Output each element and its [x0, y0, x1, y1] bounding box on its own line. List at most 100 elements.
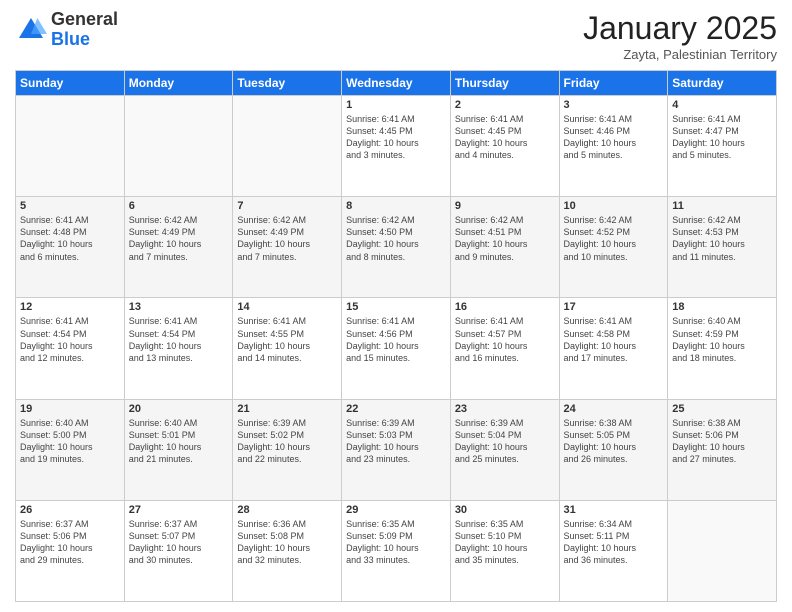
calendar-cell-4-5: 31Sunrise: 6:34 AM Sunset: 5:11 PM Dayli…	[559, 500, 668, 601]
day-info: Sunrise: 6:41 AM Sunset: 4:45 PM Dayligh…	[455, 113, 555, 162]
day-number: 21	[237, 403, 337, 415]
header-saturday: Saturday	[668, 71, 777, 96]
day-info: Sunrise: 6:42 AM Sunset: 4:52 PM Dayligh…	[564, 214, 664, 263]
calendar-cell-4-2: 28Sunrise: 6:36 AM Sunset: 5:08 PM Dayli…	[233, 500, 342, 601]
calendar-cell-1-2: 7 Sunrise: 6:42 AM Sunset: 4:49 PM Daylig…	[233, 197, 342, 298]
header-wednesday: Wednesday	[342, 71, 451, 96]
calendar-cell-3-6: 25Sunrise: 6:38 AM Sunset: 5:06 PM Dayli…	[668, 399, 777, 500]
calendar-cell-0-3: 1 Sunrise: 6:41 AM Sunset: 4:45 PM Daylig…	[342, 96, 451, 197]
day-number: 14	[237, 301, 337, 313]
day-number: 16	[455, 301, 555, 313]
day-number: 18	[672, 301, 772, 313]
calendar-table: Sunday Monday Tuesday Wednesday Thursday…	[15, 70, 777, 602]
calendar-cell-2-4: 16 Sunrise: 6:41 AM Sunset: 4:57 PM Dayli…	[450, 298, 559, 399]
day-info: Sunrise: 6:41 AM Sunset: 4:45 PM Dayligh…	[346, 113, 446, 162]
day-number: 17	[564, 301, 664, 313]
day-info: Sunrise: 6:41 AM Sunset: 4:56 PM Dayligh…	[346, 315, 446, 364]
calendar-cell-1-6: 11 Sunrise: 6:42 AM Sunset: 4:53 PM Dayli…	[668, 197, 777, 298]
logo-general-text: General	[51, 9, 118, 29]
day-info: Sunrise: 6:38 AM Sunset: 5:05 PM Dayligh…	[564, 417, 664, 466]
day-info: Sunrise: 6:42 AM Sunset: 4:51 PM Dayligh…	[455, 214, 555, 263]
calendar-cell-4-0: 26 Sunrise: 6:37 AM Sunset: 5:06 PM Dayli…	[16, 500, 125, 601]
calendar-cell-2-5: 17 Sunrise: 6:41 AM Sunset: 4:58 PM Dayli…	[559, 298, 668, 399]
calendar-cell-4-6	[668, 500, 777, 601]
calendar-cell-0-0	[16, 96, 125, 197]
calendar-cell-0-4: 2 Sunrise: 6:41 AM Sunset: 4:45 PM Daylig…	[450, 96, 559, 197]
logo-blue-text: Blue	[51, 29, 90, 49]
day-info: Sunrise: 6:41 AM Sunset: 4:54 PM Dayligh…	[20, 315, 120, 364]
day-info: Sunrise: 6:41 AM Sunset: 4:48 PM Dayligh…	[20, 214, 120, 263]
day-info: Sunrise: 6:39 AM Sunset: 5:04 PM Dayligh…	[455, 417, 555, 466]
day-info: Sunrise: 6:35 AM Sunset: 5:10 PM Dayligh…	[455, 518, 555, 567]
calendar-week-4: 19 Sunrise: 6:40 AM Sunset: 5:00 PM Dayli…	[16, 399, 777, 500]
day-number: 1	[346, 99, 446, 111]
day-number: 23	[455, 403, 555, 415]
calendar-cell-2-6: 18 Sunrise: 6:40 AM Sunset: 4:59 PM Dayli…	[668, 298, 777, 399]
day-info: Sunrise: 6:37 AM Sunset: 5:06 PM Dayligh…	[20, 518, 120, 567]
calendar-cell-0-2	[233, 96, 342, 197]
day-number: 3	[564, 99, 664, 111]
day-number: 13	[129, 301, 229, 313]
calendar-title: January 2025	[583, 10, 777, 47]
day-info: Sunrise: 6:40 AM Sunset: 5:01 PM Dayligh…	[129, 417, 229, 466]
page: General Blue January 2025 Zayta, Palesti…	[0, 0, 792, 612]
day-number: 7	[237, 200, 337, 212]
day-info: Sunrise: 6:40 AM Sunset: 5:00 PM Dayligh…	[20, 417, 120, 466]
calendar-subtitle: Zayta, Palestinian Territory	[583, 47, 777, 62]
calendar-cell-3-3: 22 Sunrise: 6:39 AM Sunset: 5:03 PM Dayli…	[342, 399, 451, 500]
day-info: Sunrise: 6:41 AM Sunset: 4:54 PM Dayligh…	[129, 315, 229, 364]
day-number: 27	[129, 504, 229, 516]
calendar-cell-1-1: 6 Sunrise: 6:42 AM Sunset: 4:49 PM Daylig…	[124, 197, 233, 298]
day-info: Sunrise: 6:40 AM Sunset: 4:59 PM Dayligh…	[672, 315, 772, 364]
day-info: Sunrise: 6:41 AM Sunset: 4:58 PM Dayligh…	[564, 315, 664, 364]
calendar-header-row: Sunday Monday Tuesday Wednesday Thursday…	[16, 71, 777, 96]
calendar-cell-2-1: 13 Sunrise: 6:41 AM Sunset: 4:54 PM Dayli…	[124, 298, 233, 399]
calendar-cell-3-2: 21 Sunrise: 6:39 AM Sunset: 5:02 PM Dayli…	[233, 399, 342, 500]
day-number: 4	[672, 99, 772, 111]
calendar-cell-0-5: 3 Sunrise: 6:41 AM Sunset: 4:46 PM Daylig…	[559, 96, 668, 197]
day-info: Sunrise: 6:41 AM Sunset: 4:57 PM Dayligh…	[455, 315, 555, 364]
calendar-cell-2-2: 14 Sunrise: 6:41 AM Sunset: 4:55 PM Dayli…	[233, 298, 342, 399]
calendar-cell-0-6: 4Sunrise: 6:41 AM Sunset: 4:47 PM Daylig…	[668, 96, 777, 197]
day-number: 19	[20, 403, 120, 415]
day-number: 29	[346, 504, 446, 516]
day-number: 22	[346, 403, 446, 415]
day-number: 2	[455, 99, 555, 111]
day-info: Sunrise: 6:42 AM Sunset: 4:49 PM Dayligh…	[129, 214, 229, 263]
day-number: 25	[672, 403, 772, 415]
calendar-cell-1-4: 9Sunrise: 6:42 AM Sunset: 4:51 PM Daylig…	[450, 197, 559, 298]
day-number: 15	[346, 301, 446, 313]
calendar-cell-4-3: 29 Sunrise: 6:35 AM Sunset: 5:09 PM Dayli…	[342, 500, 451, 601]
header-friday: Friday	[559, 71, 668, 96]
day-number: 6	[129, 200, 229, 212]
day-number: 20	[129, 403, 229, 415]
day-info: Sunrise: 6:42 AM Sunset: 4:53 PM Dayligh…	[672, 214, 772, 263]
title-area: January 2025 Zayta, Palestinian Territor…	[583, 10, 777, 62]
day-number: 26	[20, 504, 120, 516]
logo-icon	[15, 14, 47, 46]
header-sunday: Sunday	[16, 71, 125, 96]
day-info: Sunrise: 6:41 AM Sunset: 4:46 PM Dayligh…	[564, 113, 664, 162]
day-info: Sunrise: 6:41 AM Sunset: 4:55 PM Dayligh…	[237, 315, 337, 364]
header-monday: Monday	[124, 71, 233, 96]
day-info: Sunrise: 6:39 AM Sunset: 5:02 PM Dayligh…	[237, 417, 337, 466]
calendar-cell-4-4: 30Sunrise: 6:35 AM Sunset: 5:10 PM Dayli…	[450, 500, 559, 601]
logo: General Blue	[15, 10, 118, 50]
calendar-cell-2-0: 12Sunrise: 6:41 AM Sunset: 4:54 PM Dayli…	[16, 298, 125, 399]
day-number: 24	[564, 403, 664, 415]
header-thursday: Thursday	[450, 71, 559, 96]
day-number: 10	[564, 200, 664, 212]
calendar-week-5: 26 Sunrise: 6:37 AM Sunset: 5:06 PM Dayli…	[16, 500, 777, 601]
day-info: Sunrise: 6:39 AM Sunset: 5:03 PM Dayligh…	[346, 417, 446, 466]
calendar-cell-1-0: 5Sunrise: 6:41 AM Sunset: 4:48 PM Daylig…	[16, 197, 125, 298]
day-number: 11	[672, 200, 772, 212]
calendar-cell-0-1	[124, 96, 233, 197]
day-info: Sunrise: 6:37 AM Sunset: 5:07 PM Dayligh…	[129, 518, 229, 567]
header: General Blue January 2025 Zayta, Palesti…	[15, 10, 777, 62]
calendar-cell-3-5: 24 Sunrise: 6:38 AM Sunset: 5:05 PM Dayli…	[559, 399, 668, 500]
calendar-cell-3-0: 19 Sunrise: 6:40 AM Sunset: 5:00 PM Dayli…	[16, 399, 125, 500]
day-info: Sunrise: 6:42 AM Sunset: 4:50 PM Dayligh…	[346, 214, 446, 263]
day-info: Sunrise: 6:42 AM Sunset: 4:49 PM Dayligh…	[237, 214, 337, 263]
calendar-cell-3-1: 20 Sunrise: 6:40 AM Sunset: 5:01 PM Dayli…	[124, 399, 233, 500]
day-info: Sunrise: 6:35 AM Sunset: 5:09 PM Dayligh…	[346, 518, 446, 567]
